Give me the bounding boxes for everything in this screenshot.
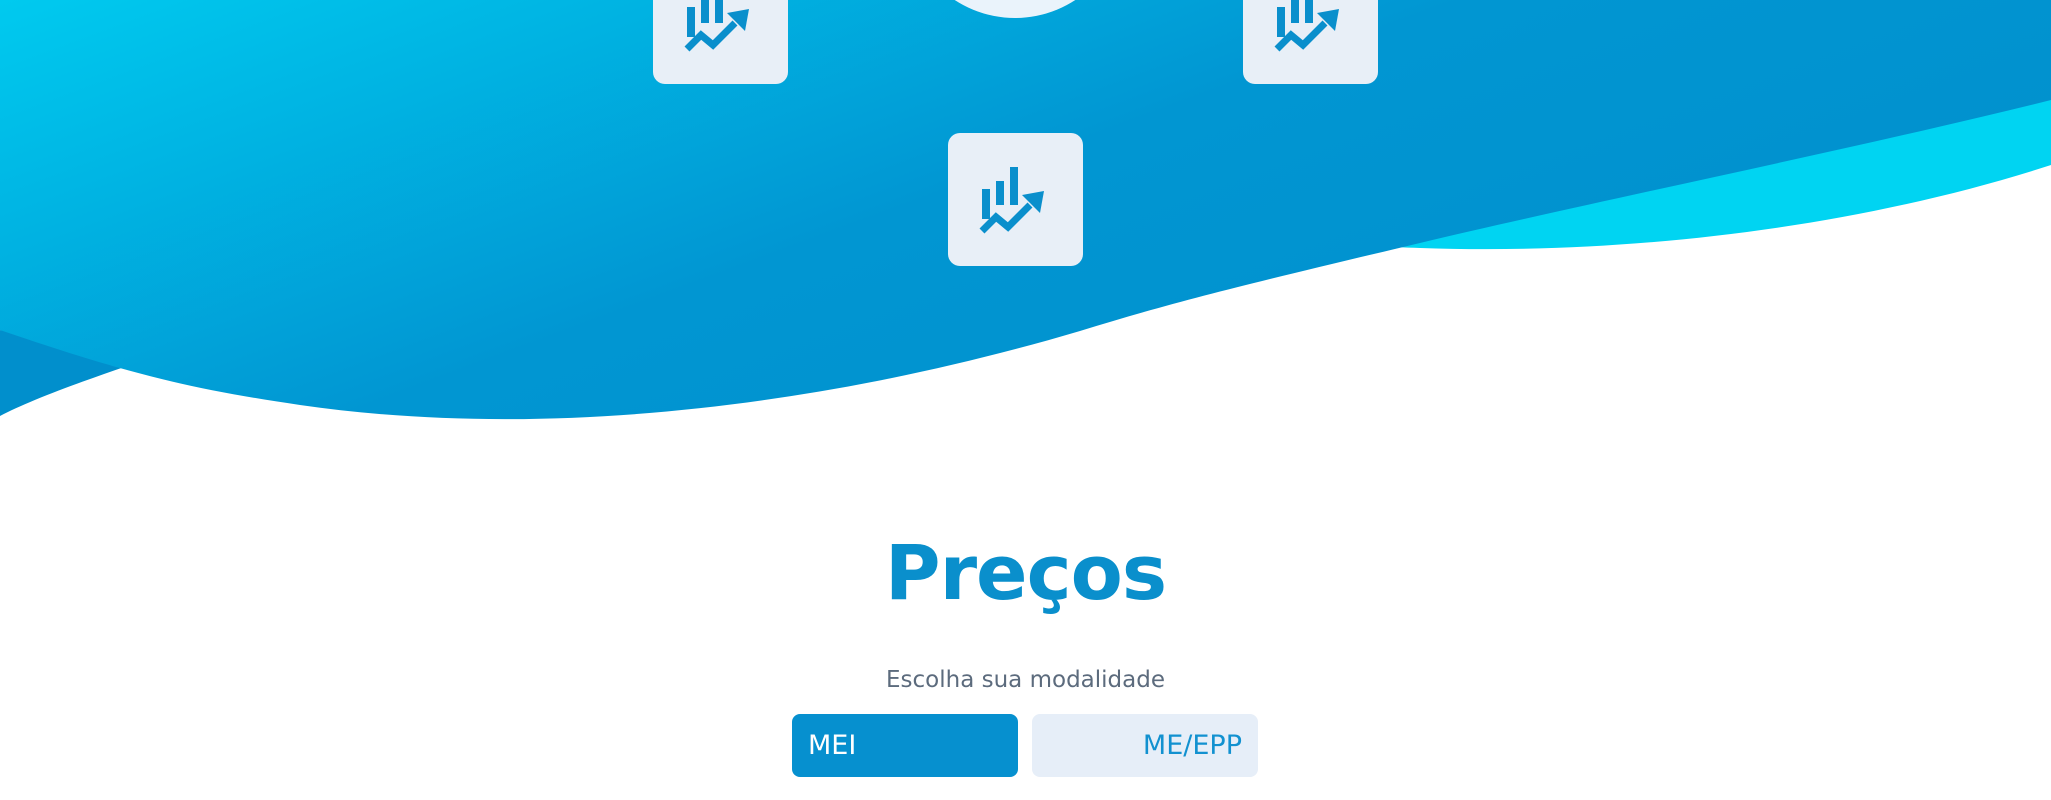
pricing-title: Preços bbox=[884, 528, 1167, 617]
bar-chart-growth-icon bbox=[1274, 0, 1339, 51]
bar-chart-growth-icon bbox=[979, 166, 1044, 233]
mei-option-button[interactable]: MEI bbox=[792, 714, 1018, 777]
feature-tile bbox=[948, 133, 1083, 266]
bar-chart-growth-icon bbox=[684, 0, 749, 51]
feature-tile bbox=[653, 0, 788, 84]
me-epp-option-button[interactable]: ME/EPP bbox=[1032, 714, 1258, 777]
pricing-subtitle: Escolha sua modalidade bbox=[886, 667, 1165, 693]
feature-tile bbox=[1243, 0, 1378, 84]
page: Preços Escolha sua modalidade MEI ME/EPP bbox=[0, 0, 2051, 800]
